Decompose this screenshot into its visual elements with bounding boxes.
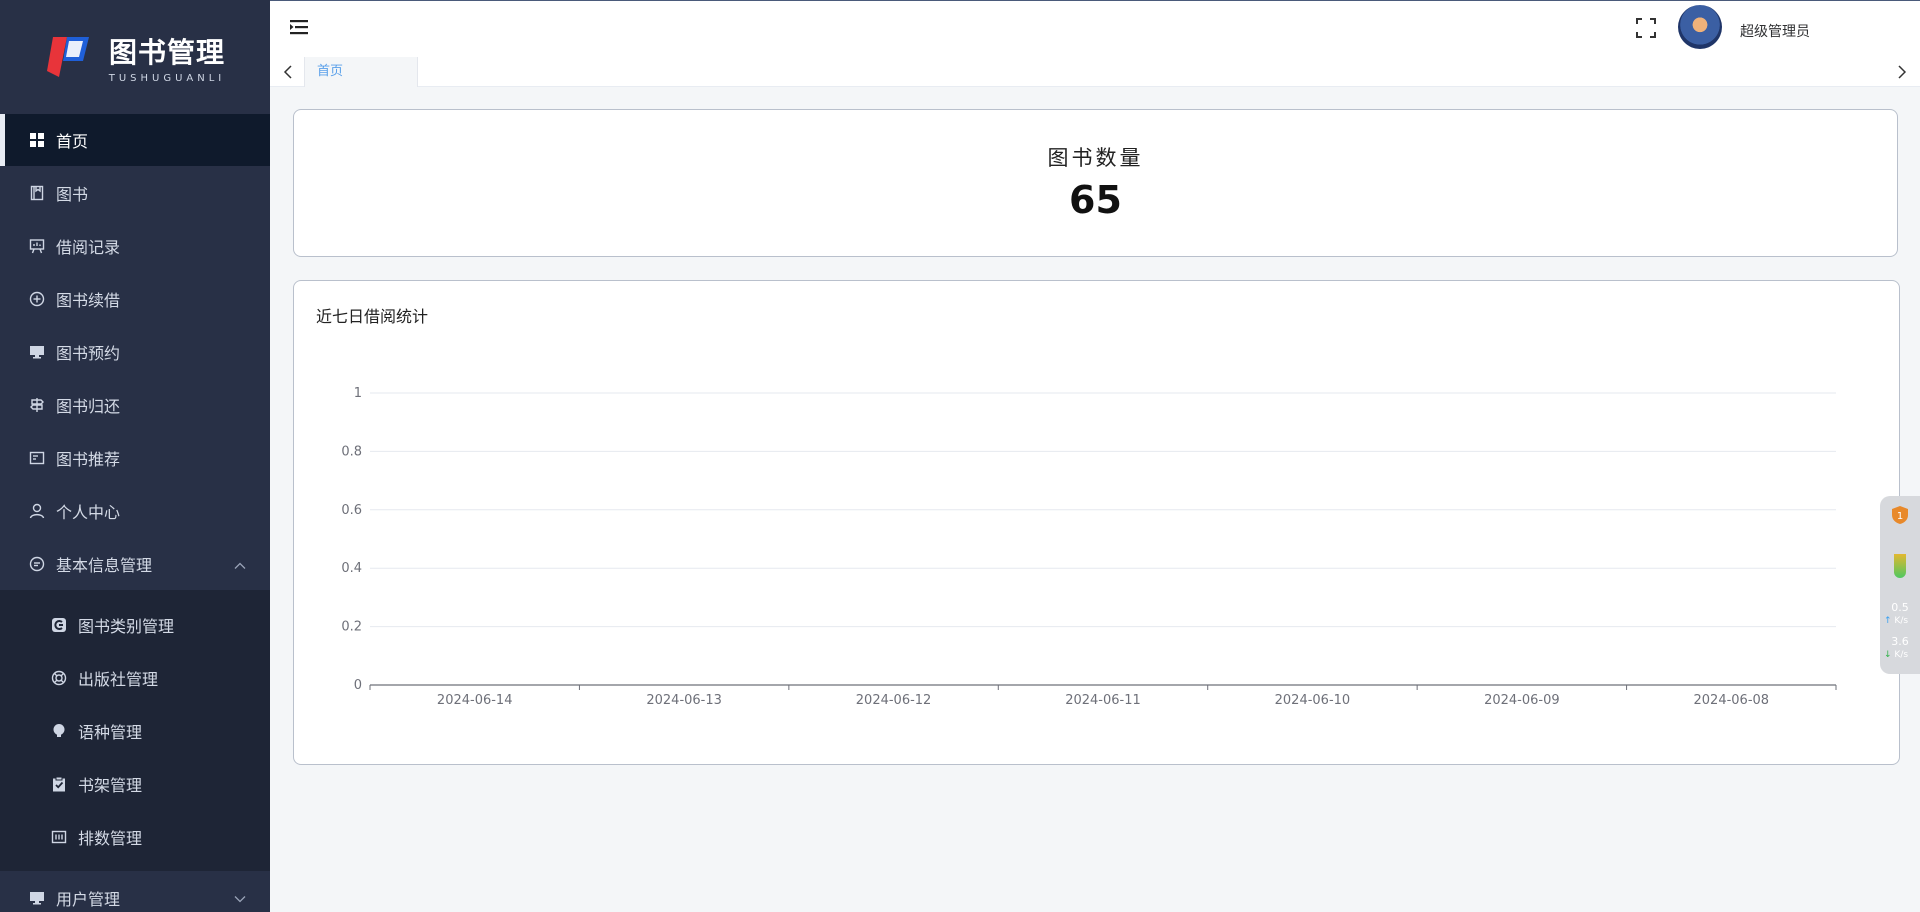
brand-title: 图书管理 [108,35,225,69]
sidebar-menu-bottom: 用户管理 [0,871,270,912]
widget-download-speed: 3.6 [1891,635,1909,648]
x-tick-label: 2024-06-14 [437,693,513,708]
y-tick-label: 0.2 [341,620,362,635]
y-tick-label: 0.8 [341,444,362,459]
y-tick-label: 0.4 [341,561,362,576]
circle-plus-icon [28,290,46,308]
chevron-up-icon [234,554,246,573]
rows-icon [50,828,68,846]
widget-unit-label: K/s [1894,616,1909,626]
sidebar-item-label: 首页 [56,132,89,151]
sidebar-item-user-management[interactable]: 用户管理 [0,871,270,912]
menu-toggle-icon[interactable] [290,19,308,35]
sidebar-item-recommend[interactable]: 图书推荐 [0,431,270,484]
presentation-icon [28,237,46,255]
sidebar-item-label: 图书归还 [56,396,121,416]
submenu-spacer [0,590,270,598]
sidebar-item-label: 基本信息管理 [56,555,153,575]
sidebar-item-label: 用户管理 [56,889,121,909]
book-icon [28,184,46,202]
sidebar-item-label: 图书 [56,184,89,204]
widget-upload-unit: ↑ K/s [1884,616,1918,626]
tabs-bar: 首页 [270,57,1920,87]
card-icon [28,449,46,467]
lifebuoy-icon [50,669,68,687]
sidebar-item-renew[interactable]: 图书续借 [0,272,270,325]
sidebar-item-reserve[interactable]: 图书预约 [0,325,270,378]
user-icon [28,502,46,520]
sidebar-item-label: 图书续借 [56,290,121,310]
widget-download-unit: ↓ K/s [1884,650,1918,660]
y-tick-label: 1 [354,386,362,401]
book-count-label: 图书数量 [1047,146,1144,170]
avatar[interactable] [1678,5,1722,49]
sidebar-item-category[interactable]: 图书类别管理 [0,598,270,651]
chevron-left-icon[interactable] [280,64,296,80]
sidebar-item-label: 排数管理 [78,828,143,848]
sidebar-item-shelf[interactable]: 书架管理 [0,757,270,810]
dashboard-grid-icon [28,131,46,149]
sidebar-item-label: 书架管理 [78,775,143,795]
widget-badge: 1 [1897,511,1903,522]
logo[interactable]: 图书管理 TUSHUGUANLI [0,0,270,114]
sidebar-item-label: 图书预约 [56,343,121,363]
bulb-icon [50,722,68,740]
basic-info-submenu: 图书类别管理 出版社管理 语种管理 书架管理 排数管理 [0,590,270,871]
network-speed-widget[interactable]: 1 0.5 ↑ K/s 3.6 ↓ K/s [1880,496,1920,674]
widget-unit-label: K/s [1894,650,1909,660]
category-icon [50,616,68,634]
sidebar-item-label: 个人中心 [56,502,121,522]
logo-mark-icon [46,37,89,77]
widget-level-bar [1894,554,1906,578]
book-count-value: 65 [1069,178,1122,222]
sidebar-item-label: 借阅记录 [56,237,121,257]
x-tick-label: 2024-06-09 [1484,693,1560,708]
brand-subtitle: TUSHUGUANLI [108,72,226,84]
sidebar-item-borrow-records[interactable]: 借阅记录 [0,219,270,272]
sidebar-item-home[interactable]: 首页 [0,114,270,166]
clipboard-check-icon [50,775,68,793]
sidebar: 图书管理 TUSHUGUANLI 首页 图书 借阅记录 图书续借 图书预约 图书… [0,0,270,912]
sidebar-menu: 首页 图书 借阅记录 图书续借 图书预约 图书归还 图书推荐 个人中心 基本信息… [0,114,270,590]
sidebar-item-publisher[interactable]: 出版社管理 [0,651,270,704]
signpost-icon [28,396,46,414]
chevron-down-icon [234,888,246,907]
chat-bubble-icon [28,555,46,573]
monitor-icon [28,343,46,361]
sidebar-item-return[interactable]: 图书归还 [0,378,270,431]
shield-badge-icon: 1 [1892,506,1908,524]
fullscreen-icon[interactable] [1636,18,1656,38]
x-tick-label: 2024-06-11 [1065,693,1141,708]
submenu-spacer [0,863,270,871]
y-tick-label: 0.6 [341,503,362,518]
username[interactable]: 超级管理员 [1740,21,1810,41]
book-count-card: 图书数量 65 [293,109,1898,257]
arrow-down-icon: ↓ [1884,650,1892,660]
sidebar-item-label: 图书推荐 [56,449,121,469]
x-tick-label: 2024-06-10 [1275,693,1351,708]
sidebar-item-label: 出版社管理 [78,669,159,689]
arrow-up-icon: ↑ [1884,616,1892,626]
sidebar-item-label: 图书类别管理 [78,616,175,636]
monitor-icon [28,889,46,907]
x-tick-label: 2024-06-12 [856,693,932,708]
sidebar-item-rows[interactable]: 排数管理 [0,810,270,863]
sidebar-item-label: 语种管理 [78,722,143,742]
sidebar-item-profile[interactable]: 个人中心 [0,484,270,537]
top-header: 超级管理员 [270,0,1920,57]
x-tick-label: 2024-06-08 [1694,693,1770,708]
borrow-chart: 0 0.2 0.4 0.6 0.8 1 2024-06-14 2024-06-13 2024-0… [341,386,1837,708]
tab-home[interactable]: 首页 [304,57,418,87]
widget-upload-speed: 0.5 [1891,601,1909,614]
x-tick-label: 2024-06-13 [646,693,722,708]
sidebar-item-basic-info[interactable]: 基本信息管理 [0,537,270,590]
sidebar-item-books[interactable]: 图书 [0,166,270,219]
chevron-right-icon[interactable] [1894,64,1910,80]
borrow-stats-card: 近七日借阅统计 0 0.2 0.4 0.6 0.8 1 2024-06-14 2024-06-… [293,280,1900,765]
y-tick-label: 0 [354,678,362,693]
sidebar-item-language[interactable]: 语种管理 [0,704,270,757]
